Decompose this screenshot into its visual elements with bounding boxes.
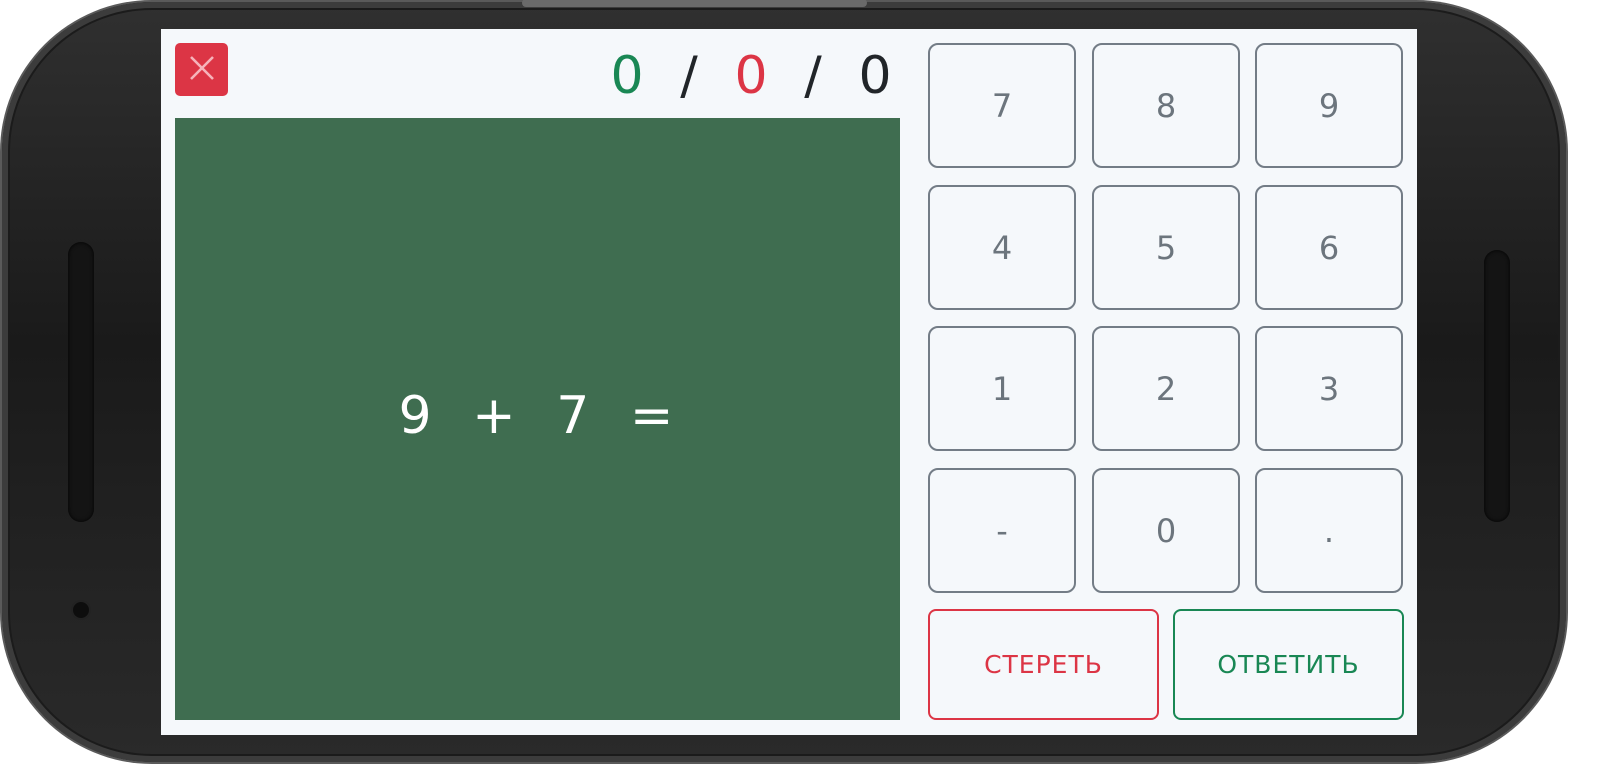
app-screen: 0 / 0 / 0 9 + 7 = 7 8 9 4 5 6 1 2 3 - 0 …: [161, 29, 1417, 735]
score-separator: /: [804, 46, 822, 106]
phone-camera: [73, 602, 89, 618]
erase-button[interactable]: СТЕРЕТЬ: [928, 609, 1159, 720]
key-8[interactable]: 8: [1092, 43, 1240, 168]
problem-board: 9 + 7 =: [175, 118, 900, 720]
answer-button[interactable]: ОТВЕТИТЬ: [1173, 609, 1404, 720]
key-9[interactable]: 9: [1255, 43, 1403, 168]
key-2[interactable]: 2: [1092, 326, 1240, 451]
key-1[interactable]: 1: [928, 326, 1076, 451]
close-button[interactable]: [175, 43, 228, 96]
problem-expression: 9 + 7 =: [398, 386, 675, 446]
key-5[interactable]: 5: [1092, 185, 1240, 310]
key-0[interactable]: 0: [1092, 468, 1240, 593]
score-counter: 0 / 0 / 0: [581, 41, 901, 111]
phone-speaker-left: [68, 242, 94, 522]
score-separator: /: [680, 46, 698, 106]
key-decimal[interactable]: .: [1255, 468, 1403, 593]
wrong-count: 0: [734, 46, 768, 106]
key-4[interactable]: 4: [928, 185, 1076, 310]
key-minus[interactable]: -: [928, 468, 1076, 593]
key-7[interactable]: 7: [928, 43, 1076, 168]
key-3[interactable]: 3: [1255, 326, 1403, 451]
key-6[interactable]: 6: [1255, 185, 1403, 310]
total-count: 0: [858, 46, 892, 106]
close-icon: [189, 55, 215, 85]
phone-speaker-right: [1484, 250, 1510, 522]
phone-top-button: [522, 0, 867, 7]
correct-count: 0: [610, 46, 644, 106]
